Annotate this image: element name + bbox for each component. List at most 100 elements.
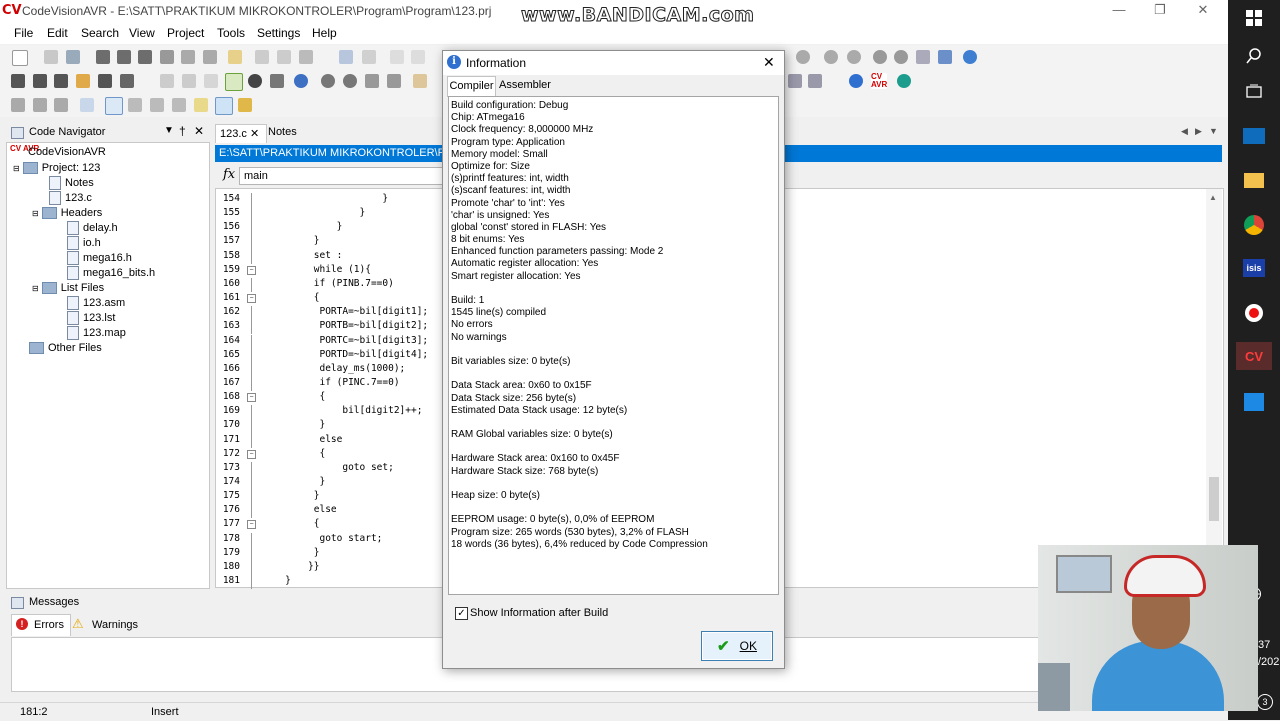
search-icon[interactable]: [1236, 42, 1272, 70]
tree-item-mega16-h[interactable]: mega16.h: [67, 251, 132, 266]
codewizard-icon[interactable]: [160, 74, 174, 88]
toggle-bookmark-icon[interactable]: [938, 50, 952, 64]
start-icon[interactable]: [1236, 4, 1272, 32]
dialog-close-icon[interactable]: ✕: [763, 54, 775, 71]
menu-file[interactable]: File: [14, 26, 33, 40]
minimize-icon[interactable]: —: [1109, 2, 1129, 18]
find-next-icon[interactable]: [824, 50, 838, 64]
debug-warning-icon[interactable]: [365, 74, 379, 88]
unindent-icon[interactable]: [33, 98, 47, 112]
rebuild-icon[interactable]: [98, 74, 112, 88]
tree-item-123-asm[interactable]: 123.asm: [67, 296, 125, 311]
copy-icon[interactable]: [411, 50, 425, 64]
step-icon[interactable]: [321, 74, 335, 88]
record-icon[interactable]: [1236, 299, 1272, 327]
tab-errors[interactable]: ! Errors: [11, 614, 71, 636]
tree-item-123-map[interactable]: 123.map: [67, 326, 126, 341]
tree-item-notes[interactable]: Notes: [49, 176, 94, 191]
tab-compiler[interactable]: Compiler: [447, 76, 496, 97]
show-info-checkbox[interactable]: ✓: [455, 607, 468, 620]
tree-item-io-h[interactable]: io.h: [67, 236, 101, 251]
tools-icon[interactable]: [808, 74, 822, 88]
info-icon[interactable]: [294, 74, 308, 88]
help-icon[interactable]: [849, 74, 863, 88]
new-file-icon[interactable]: [12, 50, 28, 66]
tree-item-123-lst[interactable]: 123.lst: [67, 311, 115, 326]
notification-badge[interactable]: 3: [1257, 694, 1273, 710]
terminal-icon[interactable]: [788, 74, 802, 88]
debug-alert-icon[interactable]: [387, 74, 401, 88]
tree-item-mega16-bits-h[interactable]: mega16_bits.h: [67, 266, 155, 281]
plugin-icon[interactable]: [238, 98, 252, 112]
open-icon[interactable]: [44, 50, 58, 64]
redo-icon[interactable]: [362, 50, 376, 64]
comment-icon[interactable]: [54, 98, 68, 112]
tree-item-123c[interactable]: 123.c: [49, 191, 92, 206]
paragraph-icon[interactable]: [80, 98, 94, 112]
undo-icon[interactable]: [339, 50, 353, 64]
tab-scroll-left-icon[interactable]: ◀: [1181, 126, 1188, 137]
save-icon[interactable]: [96, 50, 110, 64]
codevision-taskbar-icon[interactable]: CV: [1236, 342, 1272, 370]
menu-project[interactable]: Project: [167, 26, 204, 40]
menu-settings[interactable]: Settings: [257, 26, 300, 40]
app-window-icon[interactable]: [1236, 388, 1272, 416]
function-selector[interactable]: main: [239, 167, 450, 185]
stop-icon[interactable]: [248, 74, 262, 88]
build-icon[interactable]: [54, 74, 68, 88]
menu-search[interactable]: Search: [81, 26, 119, 40]
run-icon[interactable]: [270, 74, 284, 88]
print-setup-icon[interactable]: [277, 50, 291, 64]
vertical-scrollbar[interactable]: ▲: [1206, 189, 1222, 586]
clipboard-icon[interactable]: [172, 98, 186, 112]
wireless-icon[interactable]: [963, 50, 977, 64]
restore-icon[interactable]: ❐: [1150, 2, 1170, 18]
scrollbar-thumb[interactable]: [1209, 477, 1219, 521]
tree-item-other-files[interactable]: Other Files: [29, 341, 102, 356]
menu-help[interactable]: Help: [312, 26, 337, 40]
cvavr-icon[interactable]: CV AVR: [871, 73, 887, 89]
save-as-icon[interactable]: [117, 50, 131, 64]
menu-edit[interactable]: Edit: [47, 26, 68, 40]
step-over-icon[interactable]: [343, 74, 357, 88]
tree-item-delay-h[interactable]: delay.h: [67, 221, 118, 236]
close-all-icon[interactable]: [181, 50, 195, 64]
check-syntax-icon[interactable]: [11, 74, 25, 88]
tab-assembler[interactable]: Assembler: [499, 79, 551, 91]
messages-toggle-icon[interactable]: [128, 98, 142, 112]
indent-icon[interactable]: [11, 98, 25, 112]
tab-scroll-right-icon[interactable]: ▶: [1195, 126, 1202, 137]
menu-tools[interactable]: Tools: [217, 26, 245, 40]
mail-icon[interactable]: [1236, 122, 1272, 150]
file-explorer-icon[interactable]: [1236, 166, 1272, 194]
menu-view[interactable]: View: [129, 26, 155, 40]
edit-icon[interactable]: [413, 74, 427, 88]
navigator-close-icon[interactable]: ✕: [194, 124, 204, 138]
tab-list-icon[interactable]: ▼: [1209, 126, 1218, 136]
navigator-toggle-icon[interactable]: [105, 97, 123, 115]
tab-123c[interactable]: 123.c ✕: [215, 124, 267, 143]
debugger-icon[interactable]: [204, 74, 218, 88]
reopen-icon[interactable]: [66, 50, 80, 64]
cut-icon[interactable]: [390, 50, 404, 64]
chip-programmer-icon[interactable]: [182, 74, 196, 88]
scroll-up-icon[interactable]: ▲: [1209, 193, 1217, 202]
replace-icon[interactable]: [847, 50, 861, 64]
close-file-icon[interactable]: [160, 50, 174, 64]
tree-item-headers[interactable]: ⊟ Headers: [32, 206, 102, 221]
tab-notes[interactable]: Notes: [268, 126, 297, 138]
chrome-icon[interactable]: [1236, 211, 1272, 239]
tree-item-list-files[interactable]: ⊟ List Files: [32, 281, 104, 296]
build-all-icon[interactable]: [76, 74, 90, 88]
tab-warnings[interactable]: ⚠ Warnings: [72, 614, 142, 635]
save-all-icon[interactable]: [138, 50, 152, 64]
bookmark-icon[interactable]: [916, 50, 930, 64]
build-project-icon[interactable]: [225, 73, 243, 91]
print-icon[interactable]: [299, 50, 313, 64]
configure-icon[interactable]: [120, 74, 134, 88]
tree-item-project[interactable]: ⊟ Project: 123: [13, 161, 100, 176]
notes-icon[interactable]: [194, 98, 208, 112]
tree-item-root[interactable]: CV AVRCodeVisionAVR: [10, 145, 106, 160]
nav-forward-icon[interactable]: [894, 50, 908, 64]
collapse-icon[interactable]: ⊟: [13, 164, 20, 173]
